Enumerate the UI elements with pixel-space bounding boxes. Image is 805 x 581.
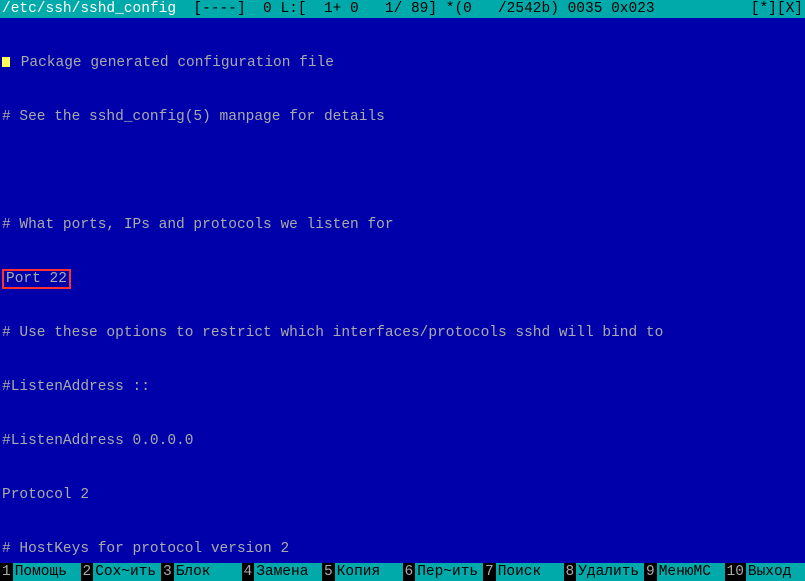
port-highlight: Port 22 (2, 269, 71, 289)
file-path: /etc/ssh/sshd_config (2, 0, 176, 18)
mode-indicators[interactable]: [*][X] (751, 0, 803, 18)
f6-move[interactable]: 6Пер~ить (403, 563, 484, 581)
f5-copy[interactable]: 5Копия (322, 563, 403, 581)
code-line: # Use these options to restrict which in… (2, 324, 803, 342)
code-line: #ListenAddress :: (2, 378, 803, 396)
cursor-marker (2, 57, 10, 67)
f10-quit[interactable]: 10Выход (725, 563, 805, 581)
code-line: #ListenAddress 0.0.0.0 (2, 432, 803, 450)
function-key-bar: 1Помощь 2Сох~ить 3Блок 4Замена 5Копия 6П… (0, 563, 805, 581)
code-line: Protocol 2 (2, 486, 803, 504)
code-line (2, 162, 803, 180)
cursor-status: [----] 0 L:[ 1+ 0 1/ 89] *(0 /2542b) 003… (176, 0, 716, 18)
f9-menu[interactable]: 9МенюMC (644, 563, 725, 581)
code-line: # See the sshd_config(5) manpage for det… (2, 108, 803, 126)
f7-search[interactable]: 7Поиск (483, 563, 564, 581)
code-line: # HostKeys for protocol version 2 (2, 540, 803, 558)
f4-replace[interactable]: 4Замена (242, 563, 323, 581)
code-line: Package generated configuration file (12, 55, 334, 71)
f8-delete[interactable]: 8Удалить (564, 563, 645, 581)
f3-mark[interactable]: 3Блок (161, 563, 242, 581)
editor-content[interactable]: Package generated configuration file # S… (0, 18, 805, 563)
code-line: # What ports, IPs and protocols we liste… (2, 216, 803, 234)
f1-help[interactable]: 1Помощь (0, 563, 81, 581)
editor-status-bar: /etc/ssh/sshd_config [----] 0 L:[ 1+ 0 1… (0, 0, 805, 18)
f2-save[interactable]: 2Сох~ить (81, 563, 162, 581)
